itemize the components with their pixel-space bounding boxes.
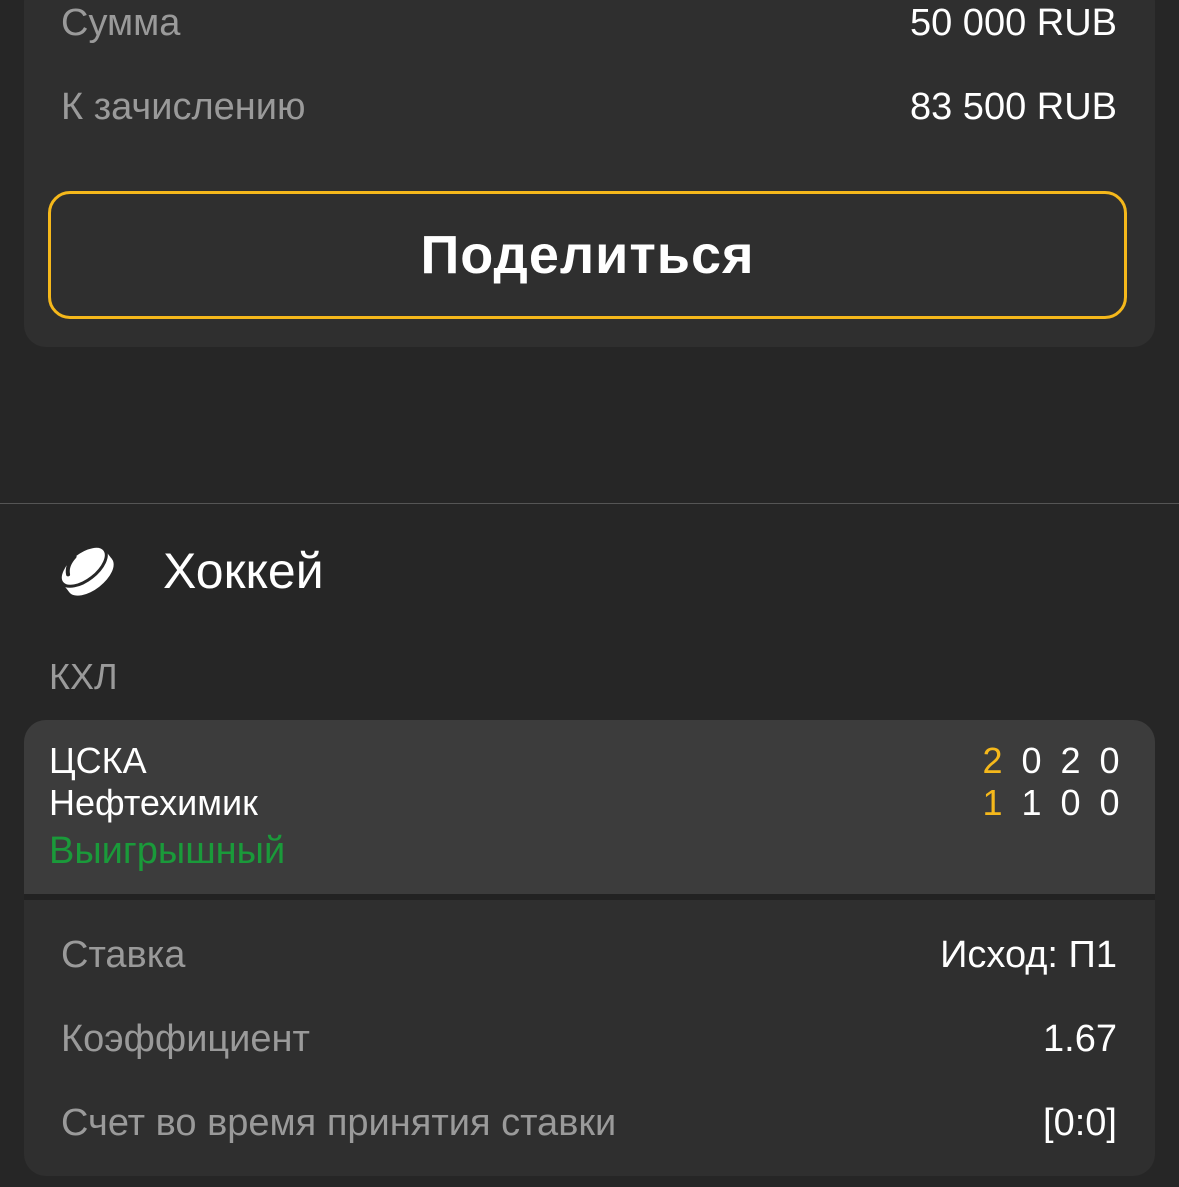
home-score-period-2: 2 [1060, 740, 1081, 781]
sum-value: 50 000 RUB [909, 1, 1117, 44]
coefficient-row: Коэффициент 1.67 [61, 1009, 1117, 1069]
away-scores: 1 1 0 0 [973, 782, 1129, 824]
home-score-period-1: 0 [1021, 740, 1042, 781]
bet-row: Ставка Исход: П1 [61, 925, 1117, 985]
event-card[interactable]: ЦСКА Нефтехимик Выигрышный 2 0 2 0 1 1 0… [24, 720, 1155, 894]
team-away: Нефтехимик [49, 782, 258, 823]
sum-row: Сумма 50 000 RUB [61, 0, 1117, 53]
sum-label: Сумма [61, 1, 181, 44]
bet-label: Ставка [61, 933, 186, 976]
away-score-period-1: 1 [1021, 782, 1042, 823]
away-score-total: 1 [982, 782, 1003, 823]
score-at-bet-label: Счет во время принятия ставки [61, 1101, 617, 1144]
bet-details-card: Ставка Исход: П1 Коэффициент 1.67 Счет в… [24, 900, 1155, 1176]
payout-label: К зачислению [61, 85, 306, 128]
away-score-period-3: 0 [1099, 782, 1120, 823]
score-at-bet-value: [0:0] [1043, 1101, 1117, 1144]
share-button[interactable]: Поделиться [48, 191, 1127, 319]
home-scores: 2 0 2 0 [973, 740, 1129, 782]
score-at-bet-row: Счет во время принятия ставки [0:0] [61, 1093, 1117, 1153]
section-divider [0, 503, 1179, 504]
team-home: ЦСКА [49, 740, 147, 781]
home-score-total: 2 [982, 740, 1003, 781]
league-label: КХЛ [49, 656, 118, 697]
sport-title: Хоккей [163, 543, 324, 599]
hockey-puck-icon [56, 540, 118, 602]
coefficient-label: Коэффициент [61, 1017, 310, 1060]
coefficient-value: 1.67 [1043, 1017, 1117, 1060]
payout-value: 83 500 RUB [909, 85, 1117, 128]
bet-summary-card: Сумма 50 000 RUB К зачислению 83 500 RUB… [24, 0, 1155, 347]
sport-header: Хоккей [0, 520, 1179, 624]
away-score-period-2: 0 [1060, 782, 1081, 823]
payout-row: К зачислению 83 500 RUB [61, 77, 1117, 137]
bet-status: Выигрышный [49, 830, 286, 872]
home-score-period-3: 0 [1099, 740, 1120, 781]
bet-value: Исход: П1 [940, 933, 1117, 976]
